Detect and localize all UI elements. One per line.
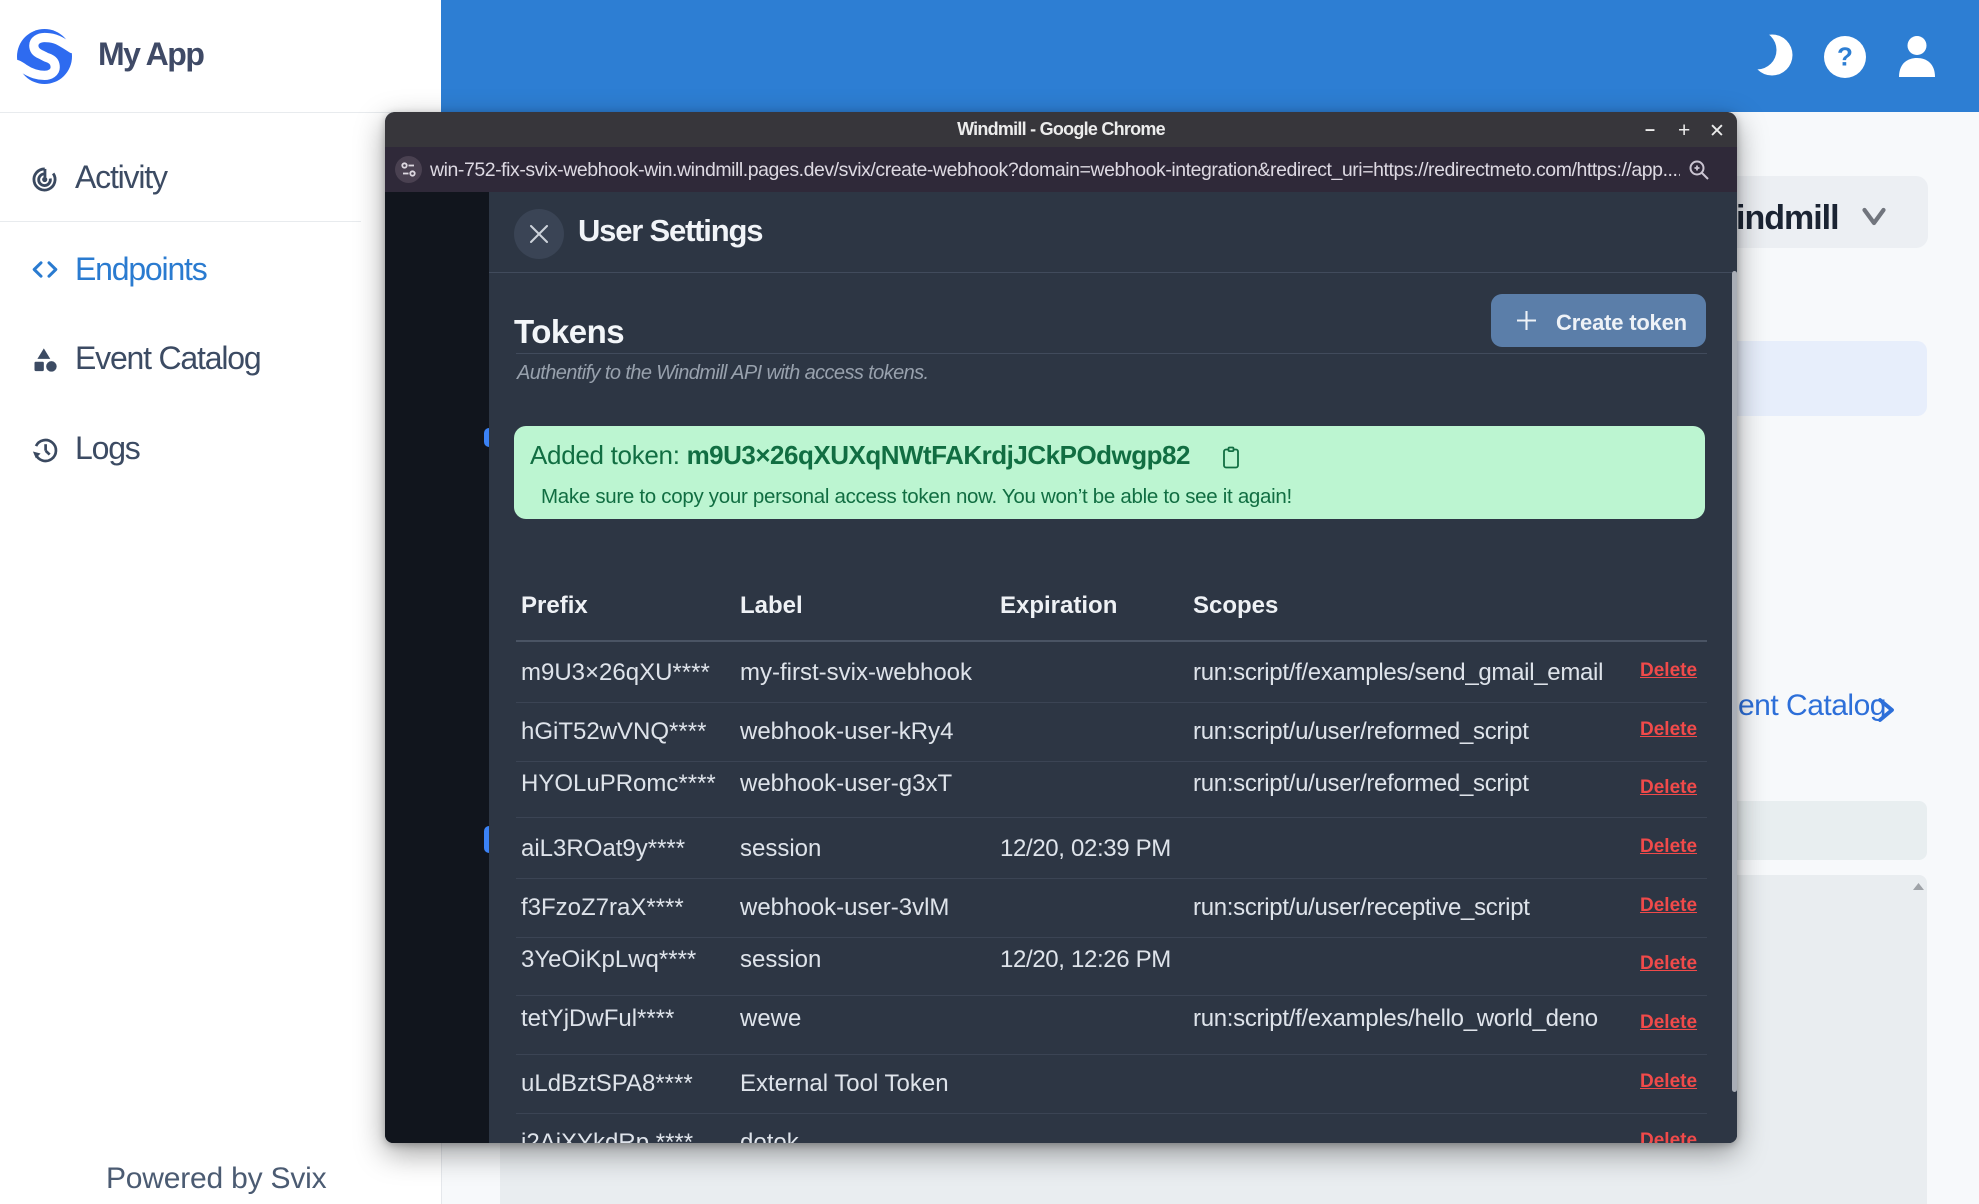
svg-text:?: ? [1837,42,1853,72]
